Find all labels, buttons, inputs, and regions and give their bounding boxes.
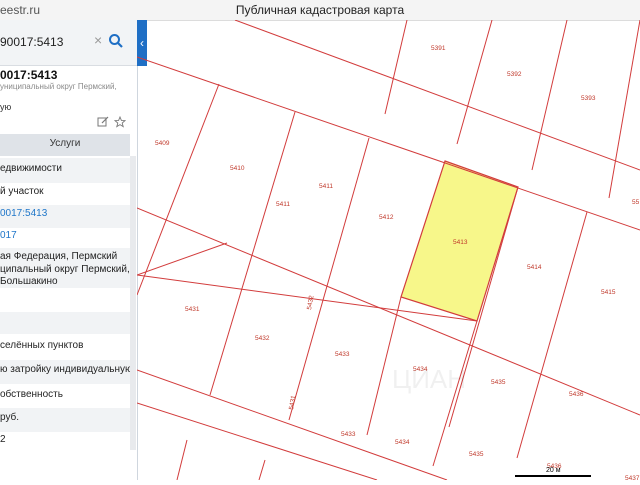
map-scale: 20 м (513, 452, 593, 480)
info-row: руб. (0, 408, 130, 432)
watermark: ЦИАН (392, 364, 466, 394)
parcel-label[interactable]: 5433 (335, 351, 350, 358)
parcel-label[interactable]: 5415 (601, 289, 616, 296)
parcel-labels: 5391 5392 5393 5409 5410 5411 5411 5412 … (155, 45, 640, 480)
parcel-boundaries (137, 20, 640, 480)
panel-scrollbar[interactable] (130, 156, 136, 450)
parcel-label[interactable]: 5411 (276, 201, 290, 208)
parcel-label[interactable]: 5414 (527, 264, 542, 271)
tab-services-label: Услуги (49, 138, 81, 149)
info-row (0, 288, 130, 312)
parcel-map[interactable]: 5391 5392 5393 5409 5410 5411 5411 5412 … (137, 20, 640, 480)
info-row: ю затройку индивидуальную (0, 360, 130, 384)
info-row: 2 (0, 434, 6, 445)
info-row: обственность (0, 389, 63, 400)
info-row: едвижимости (0, 158, 130, 183)
parcel-label[interactable]: 5437 (625, 475, 640, 480)
object-type: ую (0, 102, 12, 112)
parcel-label[interactable]: 5412 (379, 214, 394, 221)
info-row: Большакино (0, 276, 130, 288)
search-bar: × (0, 20, 137, 66)
parcel-label[interactable]: 5433 (341, 431, 356, 438)
scale-label: 20 м (546, 467, 561, 474)
parcel-label[interactable]: 5431 (288, 395, 297, 411)
object-title: 0017:5413 (0, 68, 58, 82)
clear-icon[interactable]: × (94, 32, 102, 48)
cadastral-map[interactable]: 5391 5392 5393 5409 5410 5411 5411 5412 … (137, 20, 640, 480)
parcel-label[interactable]: 5435 (491, 379, 506, 386)
parcel-label[interactable]: 5434 (395, 439, 410, 446)
window-title: Публичная кадастровая карта (235, 3, 405, 17)
scale-bar-icon: 20 м (515, 467, 591, 477)
search-input[interactable] (0, 31, 95, 53)
search-icon[interactable] (108, 33, 124, 49)
edit-icon[interactable] (97, 116, 109, 128)
info-row: й участок (0, 186, 44, 197)
info-row-link[interactable]: 0017:5413 (0, 205, 130, 228)
parcel-label[interactable]: 5432 (306, 295, 315, 311)
parcel-label[interactable]: 5393 (581, 95, 596, 102)
parcel-label[interactable]: 5436 (569, 391, 584, 398)
parcel-label[interactable]: 5431 (185, 306, 200, 313)
parcel-label[interactable]: 5432 (255, 335, 270, 342)
info-row: селённых пунктов (0, 340, 84, 351)
parcel-label[interactable]: 5392 (507, 71, 522, 78)
parcel-label[interactable]: 55 (632, 199, 640, 206)
parcel-label[interactable]: 5391 (431, 45, 446, 52)
info-row: ая Федерация, Пермский (0, 248, 130, 264)
star-icon[interactable] (114, 116, 126, 128)
parcel-label[interactable]: 5410 (230, 165, 245, 172)
info-row: ципальный округ Пермский, (0, 264, 130, 276)
title-bar: eestr.ru Публичная кадастровая карта (0, 0, 640, 21)
object-address: униципальный округ Пермский, (0, 82, 117, 91)
parcel-label[interactable]: 5411 (319, 183, 333, 190)
info-row-link[interactable]: 017 (0, 228, 130, 248)
parcel-label[interactable]: 5409 (155, 140, 170, 147)
info-panel: × 0017:5413 униципальный округ Пермский,… (0, 20, 138, 480)
tab-services[interactable]: Услуги (0, 134, 130, 156)
parcel-label[interactable]: 5413 (453, 239, 468, 246)
info-row (0, 312, 130, 334)
parcel-label[interactable]: 5435 (469, 451, 484, 458)
